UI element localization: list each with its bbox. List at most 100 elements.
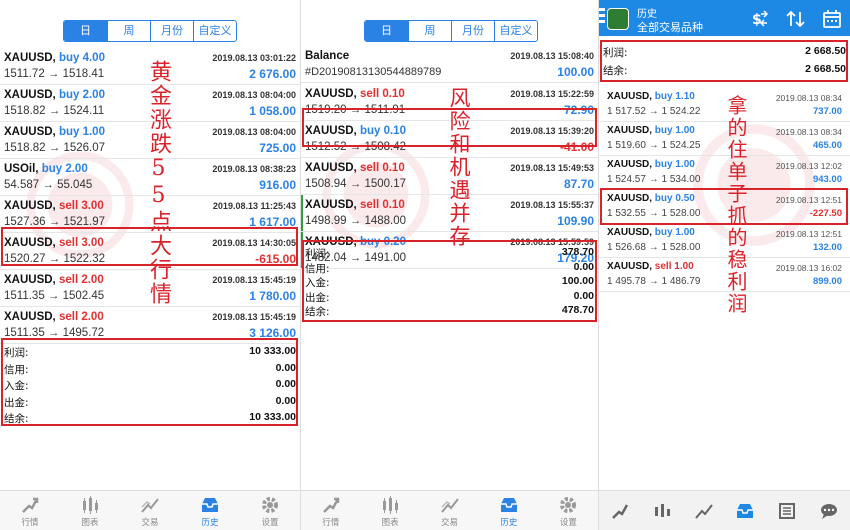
trade-symbol: XAUUSD, sell 2.00 <box>4 311 104 323</box>
settings-icon <box>262 497 278 513</box>
caption: 黄金涨跌55点大行情 <box>146 60 171 306</box>
nav-history[interactable] <box>724 491 766 530</box>
nav-history[interactable]: 历史 <box>180 491 240 530</box>
trade-price: 1512.52 → 1508.42 <box>305 141 407 153</box>
calendar-icon[interactable] <box>821 8 843 30</box>
nav-label: 图表 <box>381 518 399 528</box>
summary-label: 信用: <box>4 363 29 376</box>
tab-day[interactable]: 日 <box>365 21 408 41</box>
trade-profit: 3 126.00 <box>249 326 296 340</box>
currency-icon[interactable]: $ <box>749 8 771 30</box>
trade-price: 1 524.57 → 1 534.00 <box>607 174 701 185</box>
summary-value: 10 333.00 <box>249 411 296 423</box>
trade-price: 54.587 → 55.045 <box>4 179 93 191</box>
trade-profit: 1 780.00 <box>249 289 296 303</box>
summary-value: 2 668.50 <box>805 63 846 75</box>
summary-value: 478.70 <box>561 304 594 316</box>
trade-symbol: XAUUSD, buy 4.00 <box>4 52 105 64</box>
tab-custom[interactable]: 自定义 <box>193 21 236 41</box>
summary-line: 利润: 10 333.00 <box>0 344 300 361</box>
app-logo <box>607 8 629 30</box>
trade-date: 2019.08.13 08:34 <box>775 127 842 137</box>
tab-week[interactable]: 周 <box>107 21 150 41</box>
trade-date: 2019.08.13 15:22:59 <box>510 89 594 99</box>
trade-side: buy 0.10 <box>359 125 406 137</box>
summary-value: 0.00 <box>275 394 296 407</box>
nav-history[interactable]: 历史 <box>479 491 538 530</box>
chat-icon <box>821 504 838 519</box>
nav-label: 历史 <box>500 518 518 528</box>
trade-date: 2019.08.13 15:49:53 <box>510 163 594 173</box>
trade-price: 1 495.78 → 1 486.79 <box>607 276 701 287</box>
trade-side: buy 1.00 <box>654 159 695 170</box>
trade-profit: 87.70 <box>563 177 594 191</box>
nav-quotes[interactable] <box>599 491 641 530</box>
trade-symbol: XAUUSD, sell 0.10 <box>305 199 405 211</box>
summary-line: 结余: 10 333.00 <box>0 410 300 427</box>
tab-month[interactable]: 月份 <box>150 21 193 41</box>
trade-profit: -615.00 <box>255 252 296 266</box>
summary-label: 利润: <box>603 47 628 59</box>
nav-trade[interactable]: 交易 <box>420 491 479 530</box>
trade-side: buy 1.10 <box>654 91 695 102</box>
trade-date: 2019.08.13 14:30:05 <box>212 238 296 248</box>
summary-label: 结余: <box>603 65 628 77</box>
trade-side: buy 0.50 <box>654 193 695 204</box>
tab-custom[interactable]: 自定义 <box>494 21 537 41</box>
tab-month[interactable]: 月份 <box>451 21 494 41</box>
nav-quotes[interactable]: 行情 <box>0 491 60 530</box>
nav-chat[interactable] <box>808 491 850 530</box>
history-panel-3: 历史 全部交易品种 $ 利润: 2 668.50 结余: 2 668.50 XAUUS… <box>598 0 850 530</box>
nav-trade[interactable] <box>683 491 725 530</box>
nav-chart[interactable]: 图表 <box>360 491 419 530</box>
tab-day[interactable]: 日 <box>64 21 107 41</box>
trade-price: 1519.20 → 1511.91 <box>305 104 406 116</box>
trade-date: 2019.08.13 08:04:00 <box>212 127 296 137</box>
menu-icon[interactable] <box>599 8 605 28</box>
deposit-ref: #D20190813130544889789 <box>305 66 442 78</box>
nav-label: 历史 <box>201 518 219 528</box>
tab-week[interactable]: 周 <box>408 21 451 41</box>
sort-icon[interactable] <box>785 8 807 30</box>
summary-line: 出金: 0.00 <box>0 394 300 411</box>
trade-price: 1508.94 → 1500.17 <box>305 178 407 190</box>
nav-news[interactable] <box>766 491 808 530</box>
nav-chart[interactable] <box>641 491 683 530</box>
trade-date: 2019.08.13 08:04:00 <box>212 90 296 100</box>
history-icon <box>202 498 218 512</box>
quotes-icon <box>612 504 628 519</box>
nav-settings[interactable]: 设置 <box>539 491 598 530</box>
summary-label: 利润: <box>4 347 29 359</box>
app-header: 历史 全部交易品种 $ <box>599 0 850 36</box>
trade-price: 1498.99 → 1488.00 <box>305 215 407 227</box>
summary-value: 2 668.50 <box>805 45 846 57</box>
summary-label: 出金: <box>4 396 29 409</box>
summary-line: 结余: 478.70 <box>301 303 598 318</box>
nav-settings[interactable]: 设置 <box>240 491 300 530</box>
trade-price: 1 519.60 → 1 524.25 <box>607 140 701 151</box>
trade-symbol: XAUUSD, sell 1.00 <box>607 261 694 272</box>
trade-date: 2019.08.13 15:55:37 <box>510 200 594 210</box>
trade-symbol: XAUUSD, sell 3.00 <box>4 237 104 249</box>
trade-profit: 1 058.00 <box>249 104 296 118</box>
nav-trade[interactable]: 交易 <box>120 491 180 530</box>
chart-icon <box>383 496 399 514</box>
summary-line: 入金: 100.00 <box>301 274 598 289</box>
trade-symbol: XAUUSD, buy 0.10 <box>305 125 406 137</box>
trade-date: 2019.08.13 16:02 <box>775 263 842 273</box>
trade-side: sell 0.10 <box>359 162 405 174</box>
nav-label: 图表 <box>81 518 99 528</box>
nav-chart[interactable]: 图表 <box>60 491 120 530</box>
trade-price: 1511.35 → 1502.45 <box>4 290 105 302</box>
row-marker <box>301 195 303 231</box>
trade-profit: 72.90 <box>563 103 594 117</box>
nav-label: 设置 <box>559 518 577 528</box>
trade-symbol: XAUUSD, sell 2.00 <box>4 274 104 286</box>
symbol-filter[interactable]: 全部交易品种 <box>637 19 703 35</box>
summary-value: 10 333.00 <box>249 345 296 357</box>
header-title: 历史 <box>637 9 657 20</box>
nav-quotes[interactable]: 行情 <box>301 491 360 530</box>
trade-date: 2019.08.13 08:34 <box>775 93 842 103</box>
trade-icon <box>141 498 159 513</box>
summary-line: 出金: 0.00 <box>301 289 598 304</box>
